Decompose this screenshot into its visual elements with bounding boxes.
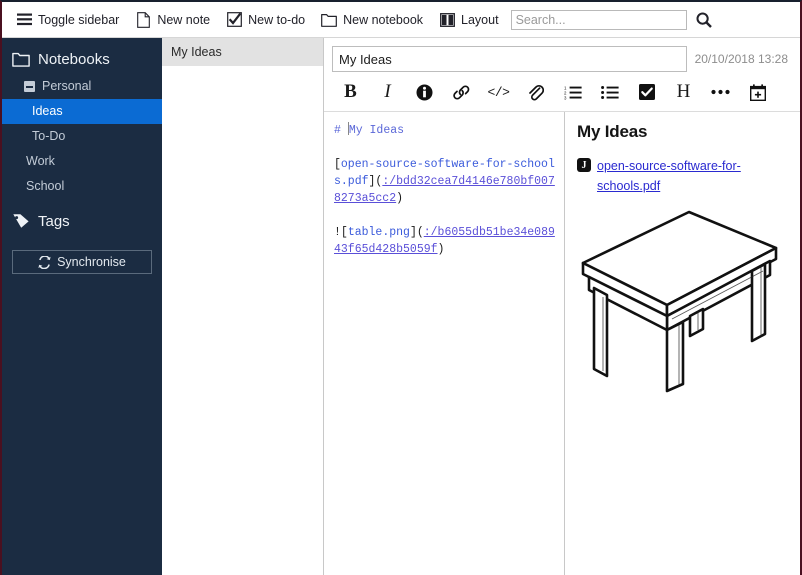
md-link-close: )	[396, 192, 403, 205]
editor-panes: # My Ideas [ open-source-software-for-sch…	[324, 112, 800, 575]
attach-button[interactable]	[517, 79, 554, 105]
md-heading-hash: #	[334, 124, 348, 137]
markdown-editor[interactable]: # My Ideas [open-source-software-for-sch…	[324, 112, 565, 575]
search-input[interactable]	[511, 10, 687, 30]
calendar-plus-icon	[750, 84, 766, 101]
note-list: My Ideas	[162, 38, 324, 575]
joplin-resource-icon: J	[577, 158, 591, 172]
sync-icon	[38, 256, 51, 269]
collapse-toggle-icon[interactable]	[24, 81, 35, 92]
svg-text:3: 3	[564, 95, 567, 99]
italic-button[interactable]: I	[369, 79, 406, 105]
folder-icon	[321, 12, 337, 28]
checkbox-list-button[interactable]	[628, 79, 665, 105]
app-window: Toggle sidebar New note New to-do	[0, 0, 802, 575]
md-image-close: )	[438, 243, 445, 256]
layout-label: Layout	[461, 13, 499, 27]
search-area	[511, 10, 713, 30]
link-button[interactable]	[443, 79, 480, 105]
synchronise-button[interactable]: Synchronise	[12, 250, 152, 274]
columns-icon	[439, 12, 455, 28]
main-toolbar: Toggle sidebar New note New to-do	[2, 2, 800, 38]
link-icon	[452, 84, 471, 101]
preview-pane: My Ideas J open-source-software-for-scho…	[565, 112, 800, 575]
heading-button[interactable]: H	[665, 79, 702, 105]
sidebar-item-label: Work	[26, 153, 55, 170]
list-item[interactable]: My Ideas	[162, 38, 323, 66]
insert-date-button[interactable]	[739, 79, 776, 105]
sidebar-item-ideas[interactable]: Ideas	[2, 99, 162, 124]
paperclip-icon	[527, 83, 544, 101]
note-title-input[interactable]	[332, 46, 687, 72]
bulleted-list-button[interactable]	[591, 79, 628, 105]
hamburger-icon	[16, 12, 32, 28]
sidebar-item-work[interactable]: Work	[2, 149, 162, 174]
note-date: 20/10/2018 13:28	[695, 52, 792, 66]
new-note-button[interactable]: New note	[127, 6, 218, 34]
sidebar-item-personal[interactable]: Personal	[2, 74, 162, 99]
sidebar-item-school[interactable]: School	[2, 174, 162, 199]
main-body: Notebooks Personal Ideas To-Do Work Scho…	[2, 38, 800, 575]
code-button[interactable]: </>	[480, 79, 517, 105]
md-image-open: ![	[334, 226, 348, 239]
info-icon	[416, 84, 433, 101]
md-link-open: [	[334, 158, 341, 171]
bulleted-list-icon	[601, 85, 619, 100]
md-image-mid: ](	[410, 226, 424, 239]
toggle-sidebar-label: Toggle sidebar	[38, 13, 119, 27]
sidebar: Notebooks Personal Ideas To-Do Work Scho…	[2, 38, 162, 575]
preview-image-table	[577, 206, 788, 396]
file-icon	[135, 12, 151, 28]
sidebar-item-to-do[interactable]: To-Do	[2, 124, 162, 149]
preview-heading: My Ideas	[577, 122, 788, 142]
tag-icon	[12, 212, 30, 230]
format-toolbar: B I	[324, 78, 800, 112]
tags-header-label: Tags	[38, 213, 70, 230]
new-notebook-label: New notebook	[343, 13, 423, 27]
horizontal-rule-button[interactable]	[702, 79, 739, 105]
sidebar-item-label: Personal	[42, 78, 91, 95]
note-list-item-title: My Ideas	[171, 45, 222, 59]
new-todo-button[interactable]: New to-do	[218, 6, 313, 34]
search-icon[interactable]	[695, 11, 713, 29]
numbered-list-icon: 1 2 3	[564, 85, 582, 100]
note-title-row: 20/10/2018 13:28	[324, 38, 800, 78]
layout-button[interactable]: Layout	[431, 6, 507, 34]
notebooks-header[interactable]: Notebooks	[2, 46, 162, 74]
tags-header[interactable]: Tags	[2, 208, 162, 236]
bold-button[interactable]: B	[332, 79, 369, 105]
ellipsis-icon	[711, 89, 730, 95]
folder-icon	[12, 50, 30, 68]
md-link-mid: ](	[369, 175, 383, 188]
editor-column: 20/10/2018 13:28 B I	[324, 38, 800, 575]
synchronise-label: Synchronise	[57, 255, 126, 269]
new-note-label: New note	[157, 13, 210, 27]
notebooks-header-label: Notebooks	[38, 51, 110, 68]
md-image-text: table.png	[348, 226, 410, 239]
sidebar-item-label: Ideas	[32, 103, 63, 120]
preview-resource-link[interactable]: open-source-software-for-schools.pdf	[597, 156, 788, 196]
sync-area: Synchronise	[2, 236, 162, 274]
checkbox-checked-icon	[639, 84, 655, 100]
sidebar-item-label: To-Do	[32, 128, 65, 145]
md-heading-text: My Ideas	[349, 124, 404, 137]
new-notebook-button[interactable]: New notebook	[313, 6, 431, 34]
sidebar-item-label: School	[26, 178, 64, 195]
preview-resource-link-row: J open-source-software-for-schools.pdf	[577, 156, 788, 196]
info-button[interactable]	[406, 79, 443, 105]
toggle-sidebar-button[interactable]: Toggle sidebar	[8, 6, 127, 34]
new-todo-label: New to-do	[248, 13, 305, 27]
checkbox-checked-icon	[226, 12, 242, 28]
numbered-list-button[interactable]: 1 2 3	[554, 79, 591, 105]
